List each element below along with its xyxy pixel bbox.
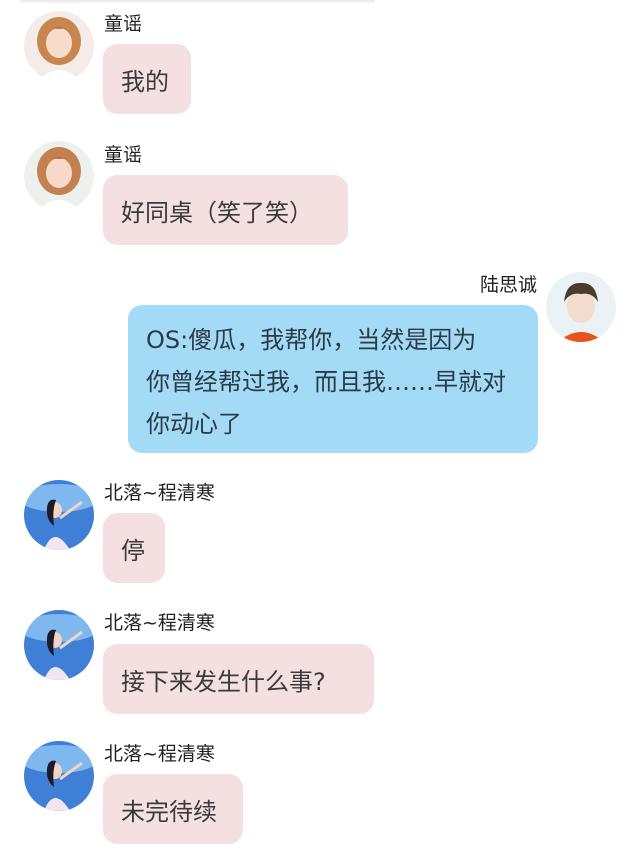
dancer-avatar-icon[interactable] bbox=[24, 610, 94, 680]
sender-name: 北落~程清寒 bbox=[104, 743, 215, 765]
message-bubble[interactable]: 接下来发生什么事? bbox=[103, 644, 374, 714]
message-line: OS:傻瓜，我帮你，当然是因为 bbox=[146, 326, 477, 354]
sender-name: 北落~程清寒 bbox=[104, 612, 215, 634]
message-bubble[interactable]: 好同桌（笑了笑） bbox=[103, 175, 348, 245]
message-bubble[interactable]: OS:傻瓜，我帮你，当然是因为 你曾经帮过我，而且我……早就对 你动心了 bbox=[128, 305, 538, 453]
dancer-avatar-icon[interactable] bbox=[24, 480, 94, 550]
message-line: 你动心了 bbox=[146, 410, 242, 438]
sender-name: 童谣 bbox=[104, 13, 143, 35]
message-bubble[interactable]: 停 bbox=[103, 513, 165, 583]
message-bubble[interactable]: 我的 bbox=[103, 44, 191, 114]
dancer-avatar-icon[interactable] bbox=[24, 741, 94, 811]
previous-message-edge bbox=[20, 0, 375, 4]
message-bubble[interactable]: 未完待续 bbox=[103, 774, 243, 844]
sender-name: 北落~程清寒 bbox=[104, 482, 215, 504]
boy-avatar-icon[interactable] bbox=[546, 272, 616, 342]
sender-name: 陆思诚 bbox=[479, 274, 537, 296]
message-line: 你曾经帮过我，而且我……早就对 bbox=[146, 368, 506, 396]
sender-name: 童谣 bbox=[104, 144, 143, 166]
girl-avatar-icon[interactable] bbox=[24, 11, 94, 81]
girl-avatar-icon[interactable] bbox=[24, 141, 94, 211]
